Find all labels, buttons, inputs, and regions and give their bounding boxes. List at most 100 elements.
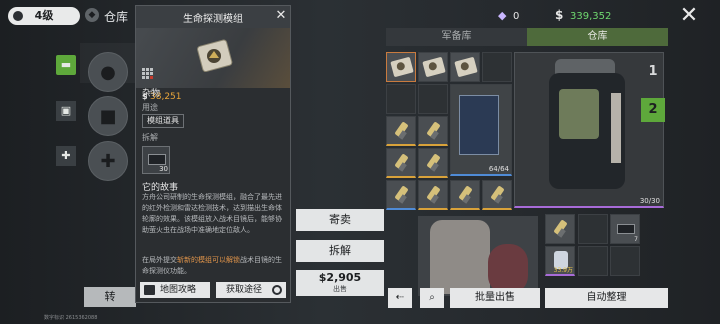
grid-cell-empty[interactable] [610,246,640,276]
grid-cell-empty[interactable] [482,52,512,82]
sell-price: $2,905 [296,271,384,285]
ammo-icon [426,121,441,140]
page-1-button[interactable]: 1 [641,60,665,84]
helmet-icon: ● [100,62,116,83]
large-armor-item[interactable] [418,216,538,296]
grid-cell-empty[interactable] [578,214,608,244]
backpack-count: 30/30 [639,197,660,205]
ammo-icon [426,153,441,172]
sell-button[interactable]: $2,905 出售 [296,270,384,296]
tooltip-header: 生命探测模组 ✕ [136,6,290,28]
tooltip-disassemble-label: 拆解 [142,133,158,142]
ammo-icon [490,185,505,204]
nav-weapon-tab[interactable]: ▬ [56,55,76,75]
sell-price-value: 2,905 [326,271,362,284]
armor-pad-icon [488,244,528,294]
disassemble-result: 30 [142,146,170,174]
module-icon [454,56,478,78]
gem-icon: ◆ [498,9,507,22]
close-button[interactable]: ✕ [676,3,702,29]
grid-cell-ammo[interactable] [450,180,480,210]
grid-cell-ammo[interactable] [418,116,448,146]
warehouse-icon: ◆ [85,8,99,22]
coin-icon: $ [555,8,564,22]
level-badge: 4级 [8,7,80,25]
grid-cell-ammo[interactable] [545,214,575,244]
grid-size-icon [142,68,153,79]
grid-cell-module[interactable] [450,52,480,82]
grid-cell-empty[interactable] [578,246,608,276]
medkit-slot[interactable]: ✚ [88,141,128,181]
nav-backpack-tab[interactable]: ▣ [56,101,76,121]
tooltip-image: $ 38,251 [136,28,290,102]
grid-cell-empty[interactable] [418,84,448,114]
get-source-label: 获取途径 [226,285,263,295]
grid-cell-ammo[interactable] [418,148,448,178]
hard-case-icon [459,95,499,155]
tooltip-close-icon[interactable]: ✕ [274,8,288,24]
gun-icon: ▬ [60,58,72,71]
map-guide-button[interactable]: 地图攻略 [140,282,210,298]
back-button[interactable]: ⇠ [388,288,412,308]
get-source-button[interactable]: 获取途径 [216,282,286,298]
version-text: 数字标识 2615362088 [44,315,98,321]
bulk-sell-button[interactable]: 批量出售 [450,288,540,308]
tooltip-story: 方舟公司研制的生命探测模组，融合了最先进的红外检测和雷达检测技术，达到描出生命体… [142,193,282,234]
auto-sort-button[interactable]: 自动整理 [545,288,668,308]
story2-highlight: 斩新的模组可以解锁 [177,256,240,264]
helmet-slot[interactable]: ● [88,52,128,92]
armor-icon: ■ [99,106,117,127]
case-count: 64/64 [488,165,509,173]
search-button[interactable]: ⌕ [420,288,444,308]
tooltip-usage-label: 用途 [142,103,158,112]
backpack-strap [611,93,621,163]
chip-icon [148,154,166,165]
chip-count: 7 [634,236,638,243]
armor-camo-icon [430,220,490,294]
tooltip-title: 生命探测模组 [183,14,243,25]
grid-cell-ammo[interactable] [386,116,416,146]
tooltip-story-2: 在局外提交斩新的模组可以解锁战术目镜的生命探测仪功能。 [142,255,288,277]
item-tooltip: 生命探测模组 ✕ $ 38,251 杂物 用途 模组道具 拆解 30 它的故事 … [135,5,291,303]
grid-cell-module[interactable] [418,52,448,82]
search-icon: ⌕ [429,292,435,303]
ammo-icon [394,185,409,204]
grid-cell-canister[interactable]: 33.9万 [545,246,575,276]
tab-warehouse[interactable]: 仓库 [527,28,668,46]
tab-armory[interactable]: 军备库 [386,28,527,46]
backpack-icon: ▣ [60,104,72,117]
tooltip-category: 杂物 [142,89,161,99]
grid-cell-ammo[interactable] [386,148,416,178]
grid-cell-empty[interactable] [386,84,416,114]
module-icon [197,39,233,73]
chip-icon [617,224,635,234]
ammo-icon [553,219,568,238]
canister-weight: 33.9万 [553,267,573,274]
grid-cell-chip[interactable]: 7 [610,214,640,244]
story2-pre: 在局外提交 [142,256,177,264]
medkit-icon: ✚ [61,149,71,162]
backpack-camo [559,89,599,139]
grid-cell-ammo[interactable] [482,180,512,210]
armor-slot[interactable]: ■ [88,96,128,136]
transfer-button[interactable]: 转 [84,287,136,307]
disassemble-button[interactable]: 拆解 [296,240,384,262]
grid-cell-ammo[interactable] [418,180,448,210]
grid-cell-module[interactable] [386,52,416,82]
ammo-icon [394,121,409,140]
nav-medkit-tab[interactable]: ✚ [56,146,76,166]
consign-button[interactable]: 寄卖 [296,209,384,231]
level-text: 4级 [34,9,54,22]
grid-cell-ammo[interactable] [386,180,416,210]
sell-label: 出售 [333,285,347,293]
disassemble-count: 30 [159,165,168,173]
level-icon [13,11,23,21]
gem-count: 0 [513,11,520,22]
module-icon [422,56,446,78]
coin-count: 339,352 [570,11,612,22]
map-guide-label: 地图攻略 [160,285,197,295]
module-icon [390,56,414,78]
page-2-button[interactable]: 2 [641,98,665,122]
tooltip-usage-tag: 模组道具 [142,114,184,128]
hard-case-item[interactable]: 64/64 [450,84,512,176]
